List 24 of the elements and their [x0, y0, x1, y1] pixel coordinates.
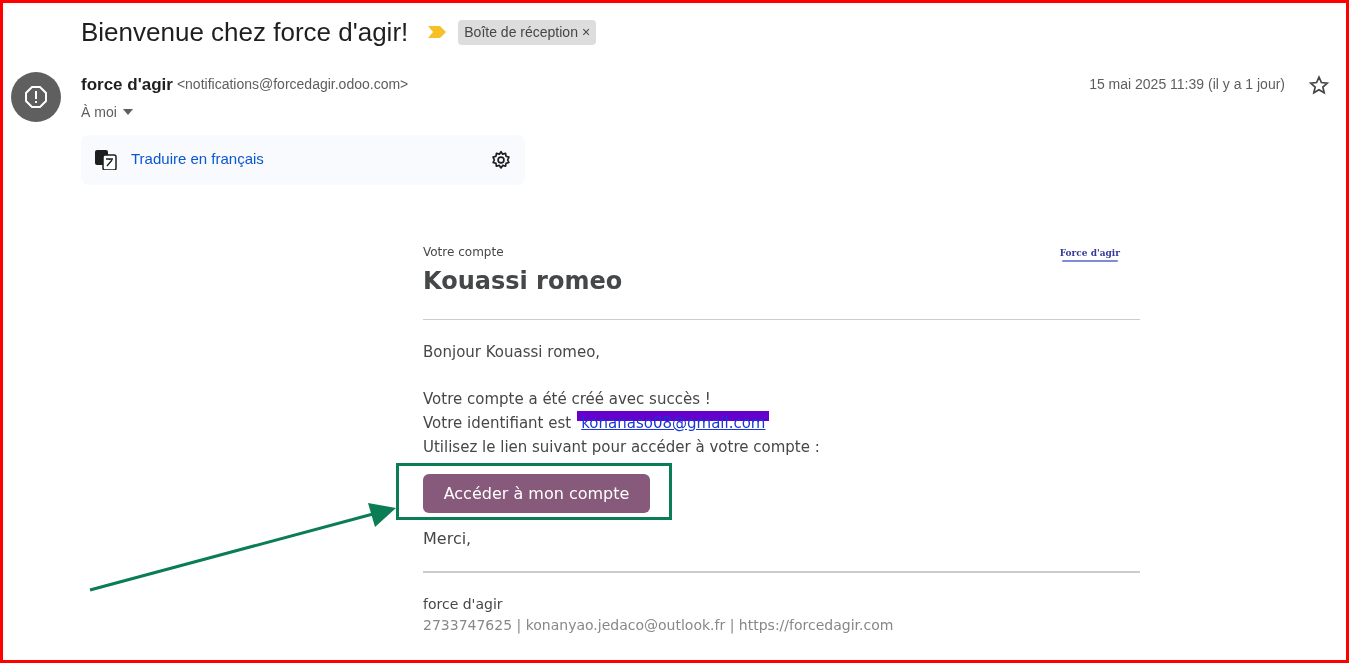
translate-link[interactable]: Traduire en français	[131, 148, 264, 171]
remove-label-button[interactable]: ×	[581, 21, 591, 43]
company-logo: Force d'agir	[1059, 246, 1120, 262]
label-text: Boîte de réception	[464, 22, 578, 42]
email-subject: Bienvenue chez force d'agir!	[81, 15, 409, 49]
caret-icon	[122, 109, 133, 115]
greeting-text: Bonjour Kouassi romeo,	[423, 341, 602, 363]
translate-icon	[95, 149, 117, 170]
footer-company: force d'agir	[423, 595, 504, 614]
settings-button[interactable]	[491, 149, 511, 170]
email-date: 15 mai 2025 11:39 (il y a 1 jour)	[1089, 75, 1285, 95]
star-button[interactable]	[1309, 74, 1329, 95]
sender-name: force d'agir	[81, 74, 173, 96]
thanks-text: Merci,	[423, 528, 473, 550]
warning-icon	[25, 86, 47, 108]
sender-email: <notifications@forcedagir.odoo.com>	[176, 75, 409, 95]
login-label: Votre identifiant est	[423, 413, 572, 434]
section-kicker: Votre compte	[423, 243, 505, 261]
recipient-dropdown[interactable]: À moi	[81, 101, 133, 123]
success-text: Votre compte a été créé avec succès !	[423, 389, 712, 410]
footer-contact: 2733747625 | konanyao.jedaco@outlook.fr | https://forcedagir.com	[423, 616, 895, 636]
account-access-button[interactable]: Accéder à mon compte	[423, 474, 650, 513]
instruction-text: Utilisez le lien suivant pour accéder à votre compte :	[423, 437, 821, 458]
account-heading: Kouassi romeo	[423, 265, 623, 297]
